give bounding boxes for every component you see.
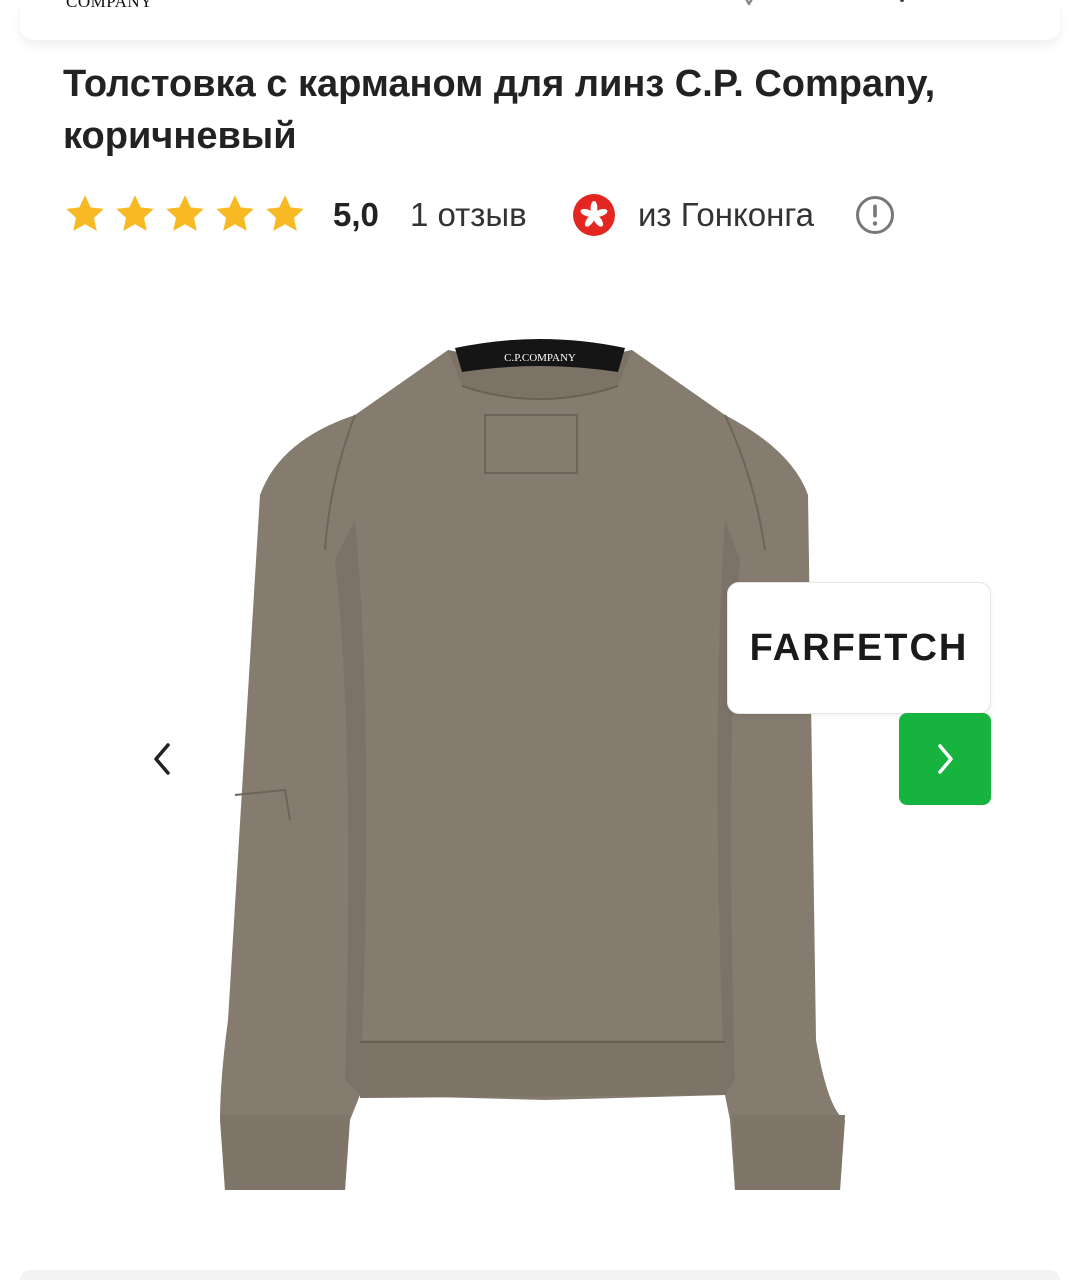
info-icon[interactable] — [855, 195, 895, 235]
reviews-link[interactable]: 1 отзыв — [410, 193, 527, 237]
star-icon — [116, 195, 154, 231]
origin-label: из Гонконга — [638, 196, 815, 233]
rating-row: 5,0 1 отзыв из Гонконга — [63, 190, 1023, 240]
bottom-divider — [20, 1270, 1060, 1280]
chevron-right-icon — [938, 744, 953, 774]
product-title: Толстовка с карманом для линз C.P. Compa… — [63, 63, 936, 157]
star-icon — [66, 195, 104, 231]
star-icon — [216, 195, 254, 231]
star-icon — [166, 195, 204, 231]
seller-logo: FARFETCH — [749, 626, 969, 669]
rating-stars[interactable] — [63, 192, 313, 236]
favorite-icon[interactable] — [738, 0, 760, 8]
star-icon — [266, 195, 304, 231]
product-image: C.P.COMPANY — [220, 339, 845, 1190]
share-icon[interactable] — [900, 0, 904, 2]
top-bar: COMPANY — [20, 0, 1060, 40]
brand-logo[interactable]: COMPANY — [66, 0, 153, 12]
hong-kong-flag-icon — [573, 194, 615, 236]
rating-value: 5,0 — [333, 196, 379, 233]
prev-image-button[interactable] — [136, 733, 188, 785]
chevron-left-icon — [154, 743, 170, 775]
neck-tape-print: C.P.COMPANY — [504, 352, 576, 364]
next-image-button[interactable] — [899, 713, 991, 805]
seller-badge[interactable]: FARFETCH — [727, 582, 991, 714]
